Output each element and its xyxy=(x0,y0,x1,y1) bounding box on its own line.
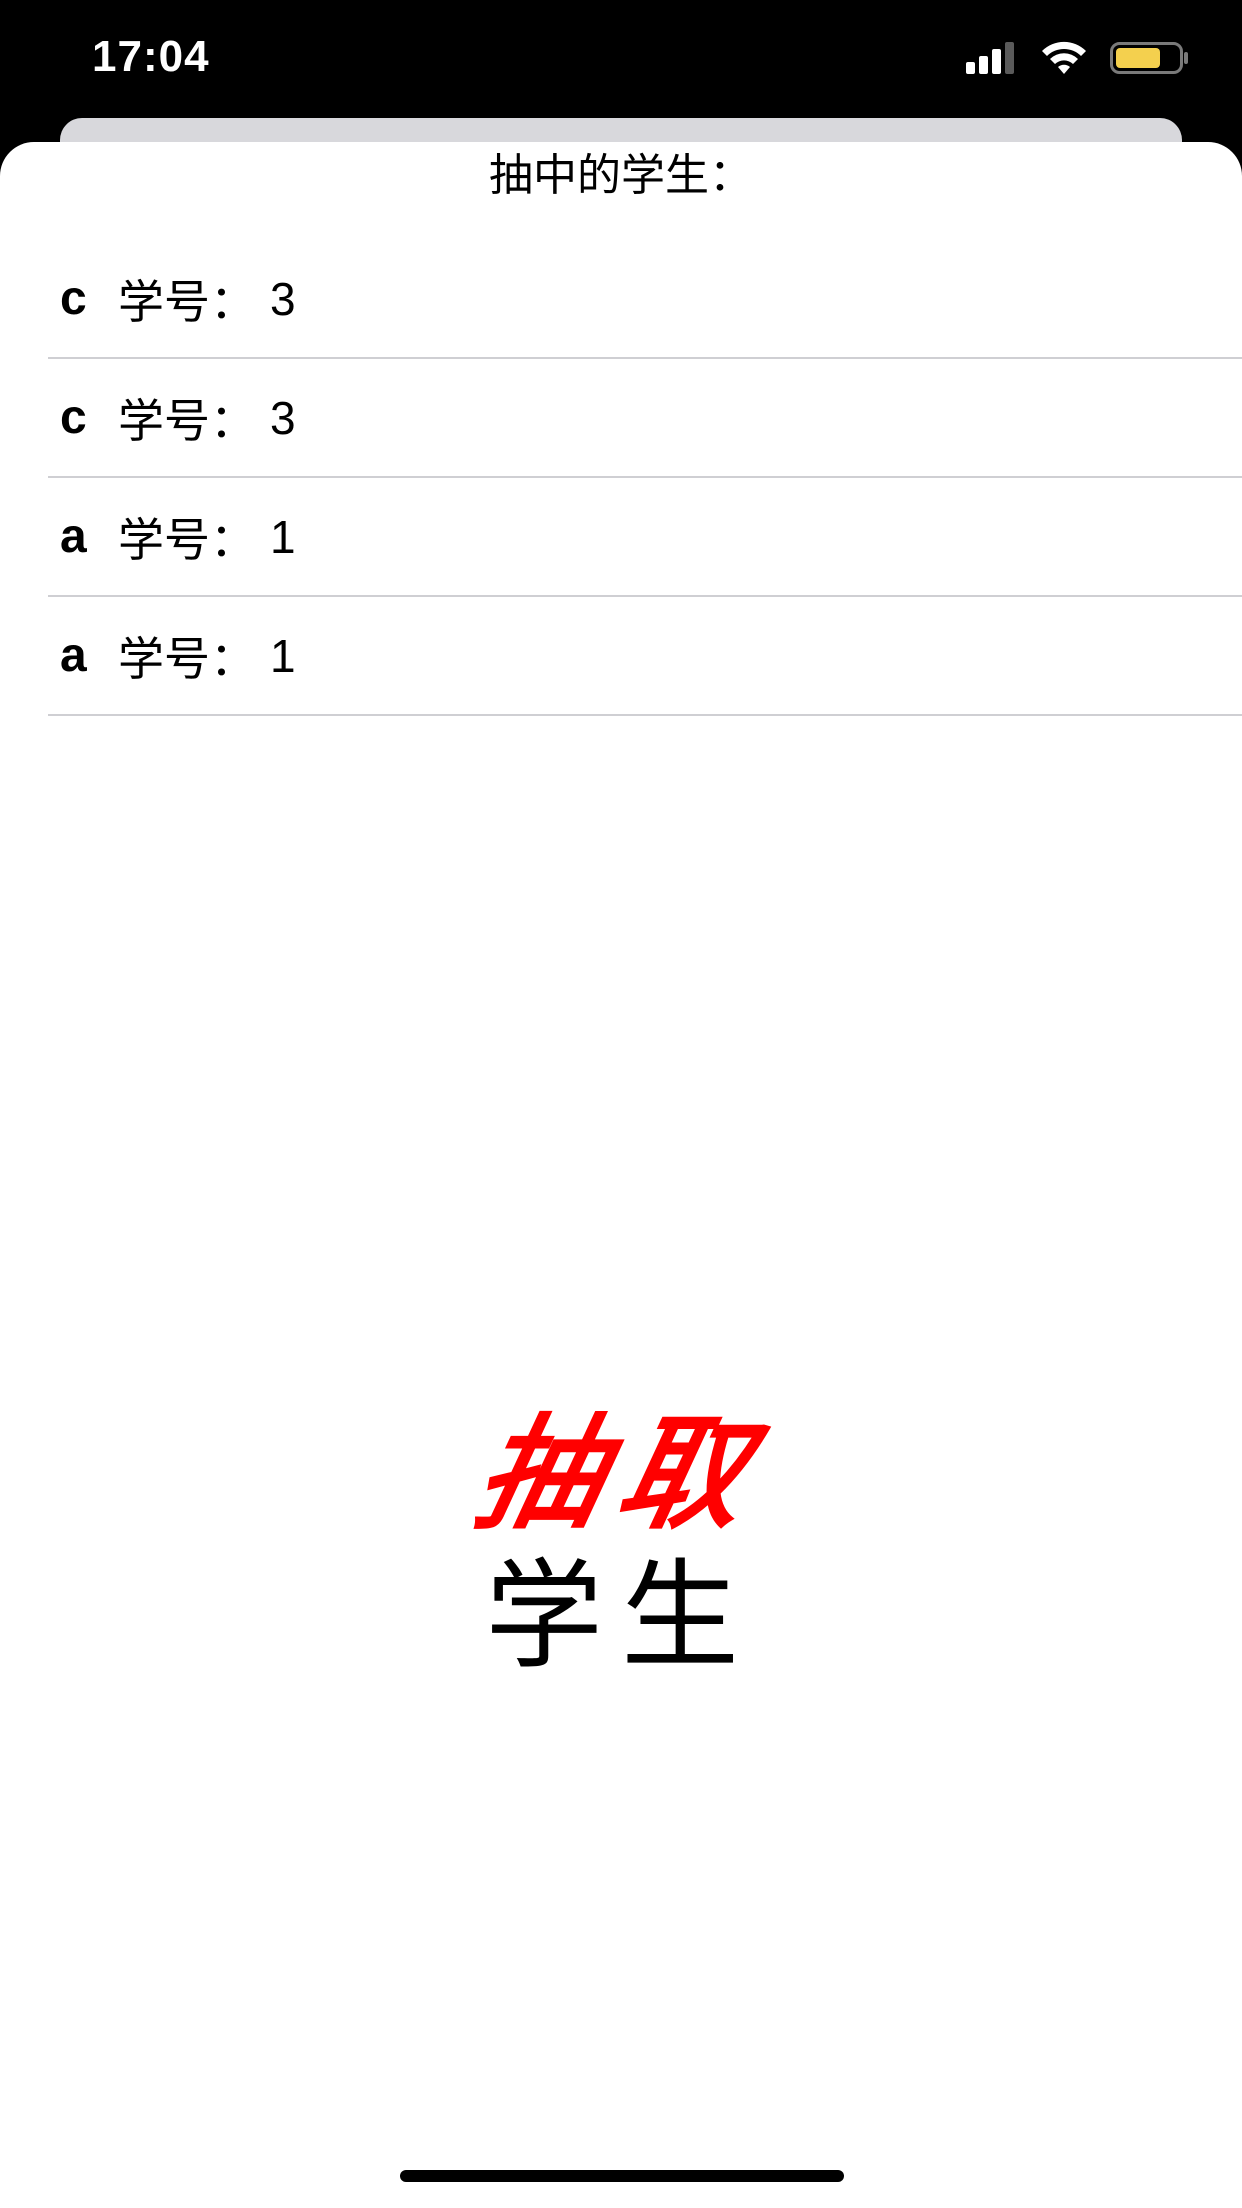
list-item[interactable]: a 学号： 1 xyxy=(48,597,1242,716)
student-id-label: 学号： xyxy=(118,274,256,329)
student-name: c xyxy=(60,391,87,444)
signal-icon xyxy=(966,42,1018,78)
draw-student-button[interactable]: 抽取 学生 xyxy=(371,1396,871,1696)
list-item[interactable]: a 学号： 1 xyxy=(48,478,1242,597)
draw-button-main-label: 抽取 xyxy=(463,1403,779,1547)
drawn-students-list: c 学号： 3 c 学号： 3 a 学号： 1 a 学号： 1 xyxy=(48,240,1242,716)
student-id-label: 学号： xyxy=(118,393,256,448)
sheet-title: 抽中的学生： xyxy=(489,150,753,201)
draw-button-sub-label: 学生 xyxy=(484,1551,757,1683)
student-name: a xyxy=(60,629,87,682)
list-item[interactable]: c 学号： 3 xyxy=(48,240,1242,359)
student-id-label: 学号： xyxy=(118,631,256,686)
status-time: 17:04 xyxy=(92,32,210,81)
status-icons xyxy=(966,40,1190,80)
home-indicator[interactable] xyxy=(400,2170,844,2182)
student-id-value: 3 xyxy=(270,272,296,325)
student-id-label: 学号： xyxy=(118,512,256,567)
student-name: a xyxy=(60,510,87,563)
student-name: c xyxy=(60,272,87,325)
battery-icon xyxy=(1110,40,1190,80)
modal-sheet: 抽中的学生： c 学号： 3 c 学号： 3 a 学号： 1 a 学号： 1 抽… xyxy=(0,142,1242,2208)
status-bar: 17:04 xyxy=(0,0,1242,120)
student-id-value: 3 xyxy=(270,391,296,444)
student-id-value: 1 xyxy=(270,629,296,682)
wifi-icon xyxy=(1040,40,1088,80)
student-id-value: 1 xyxy=(270,510,296,563)
list-item[interactable]: c 学号： 3 xyxy=(48,359,1242,478)
phone-screen: 17:04 抽中的学生： c 学号： 3 c 学号： 3 a 学号： 1 a 学… xyxy=(0,0,1242,2208)
